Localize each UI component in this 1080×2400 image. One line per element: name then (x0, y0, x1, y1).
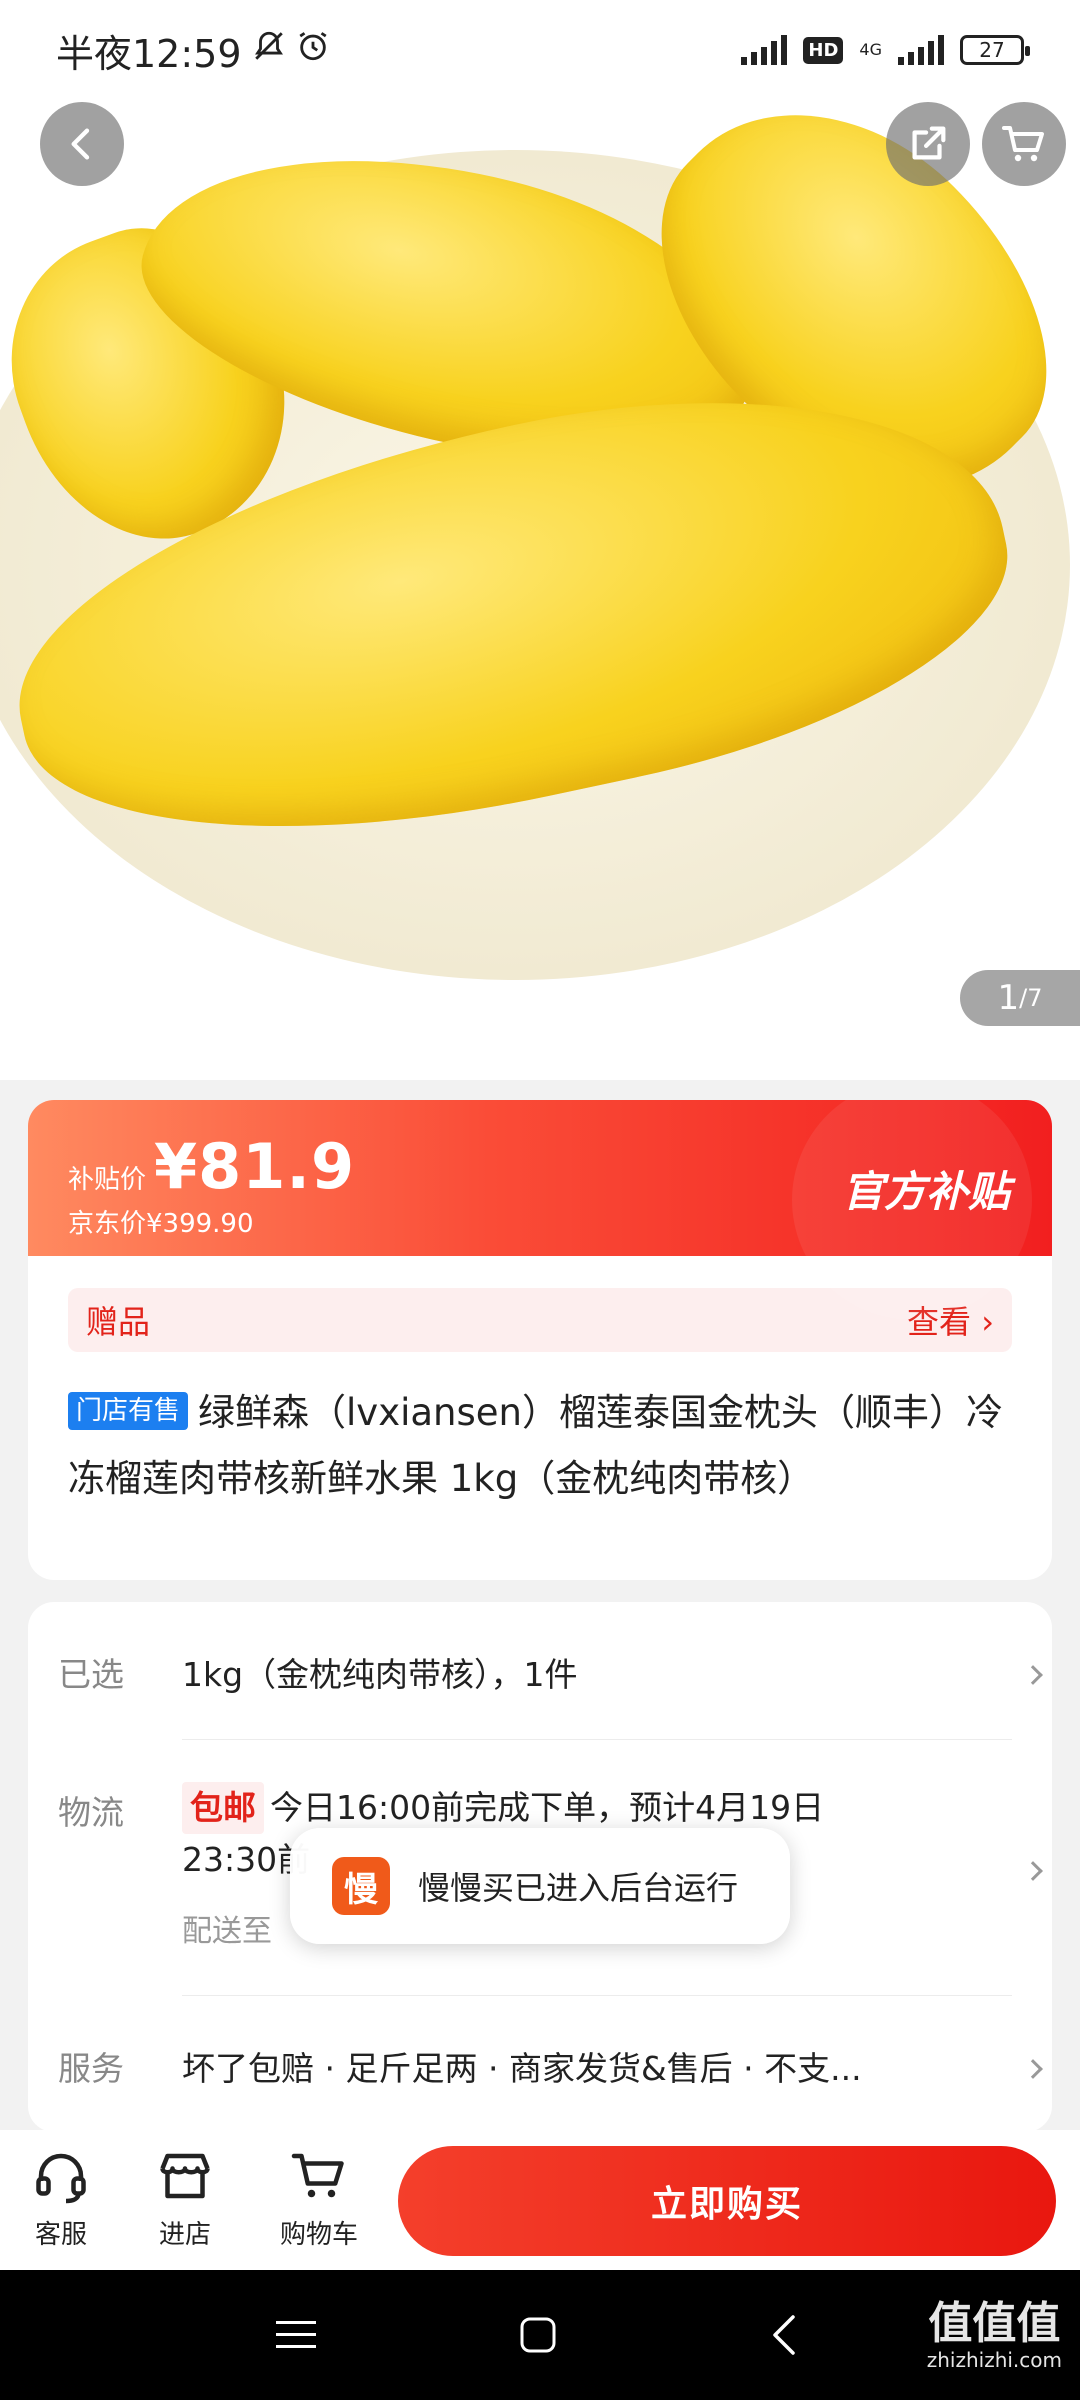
menu-nav-button[interactable] (236, 2270, 356, 2400)
headset-icon (6, 2144, 116, 2208)
image-page-indicator: 1/7 (960, 970, 1080, 1026)
bottom-action-bar: 客服 进店 购物车 立即购买 (0, 2130, 1080, 2270)
signal-icon (741, 35, 788, 65)
selected-value: 1kg（金枕纯肉带核），1件 (182, 1655, 578, 1694)
subsidy-price-label: 补贴价 (68, 1165, 147, 1195)
customer-service-button[interactable]: 客服 (6, 2144, 116, 2251)
delivery-to-label: 配送至 (182, 1914, 272, 1949)
chevron-left-icon (773, 2315, 795, 2355)
mute-bell-icon (252, 28, 286, 72)
logistics-label: 物流 (58, 1793, 124, 1832)
subsidy-price: ¥81.9 (154, 1130, 356, 1203)
product-title-text: 绿鲜森（lvxiansen）榴莲泰国金枕头（顺丰）冷冻榴莲肉带核新鲜水果 1kg… (68, 1391, 1003, 1500)
official-subsidy-tag: 官方补贴 (841, 1167, 1010, 1216)
price-banner: 补贴价 ¥81.9 京东价¥399.90 官方补贴 (28, 1100, 1052, 1320)
chevron-left-icon (71, 128, 90, 160)
free-shipping-badge: 包邮 (182, 1782, 264, 1834)
service-value: 坏了包赔 · 足斤足两 · 商家发货&售后 · 不支... (182, 2049, 862, 2088)
home-nav-button[interactable] (478, 2270, 598, 2400)
service-label: 服务 (58, 2049, 124, 2088)
status-time: 半夜12:59 (56, 31, 242, 76)
share-icon (912, 126, 946, 160)
app-logo-icon: 慢 (332, 1857, 390, 1915)
cart-button[interactable] (982, 102, 1066, 186)
chevron-right-icon (1023, 1665, 1043, 1685)
chevron-right-icon (1023, 2059, 1043, 2079)
store-available-badge: 门店有售 (68, 1392, 189, 1430)
share-button[interactable] (886, 102, 970, 186)
gift-label: 赠品 (86, 1303, 151, 1341)
buy-now-button[interactable]: 立即购买 (398, 2146, 1056, 2256)
logistics-text: 今日16:00前完成下单，预计4月19日 (270, 1788, 825, 1827)
cart-icon (1002, 126, 1044, 162)
product-title: 门店有售 绿鲜森（lvxiansen）榴莲泰国金枕头（顺丰）冷冻榴莲肉带核新鲜水果… (28, 1352, 1052, 1512)
watermark: 值值值 zhizhizhi.com (926, 2298, 1062, 2373)
chevron-right-icon (1023, 1861, 1043, 1881)
battery-icon: 27 (960, 35, 1030, 65)
selected-label: 已选 (58, 1655, 124, 1694)
back-button[interactable] (40, 102, 124, 186)
network-type: 4G (859, 40, 882, 59)
status-bar: 半夜12:59 HD 4G 27 (0, 0, 1080, 100)
system-nav-bar (0, 2270, 1080, 2400)
toast-message: 慢慢买已进入后台运行 (418, 1869, 739, 1907)
home-square-icon (520, 2317, 556, 2353)
store-icon (130, 2144, 240, 2208)
menu-icon (276, 2321, 316, 2348)
background-toast: 慢 慢慢买已进入后台运行 (290, 1828, 790, 1944)
back-nav-button[interactable] (724, 2270, 844, 2400)
signal-icon (898, 35, 944, 65)
enter-store-button[interactable]: 进店 (130, 2144, 240, 2251)
cart-tab-button[interactable]: 购物车 (264, 2144, 374, 2251)
product-summary-card: 补贴价 ¥81.9 京东价¥399.90 官方补贴 赠品 查看 › 门店有售 绿鲜… (28, 1100, 1052, 1580)
cart-icon (264, 2144, 374, 2208)
alarm-icon (296, 28, 330, 72)
hd-icon: HD (803, 36, 844, 64)
